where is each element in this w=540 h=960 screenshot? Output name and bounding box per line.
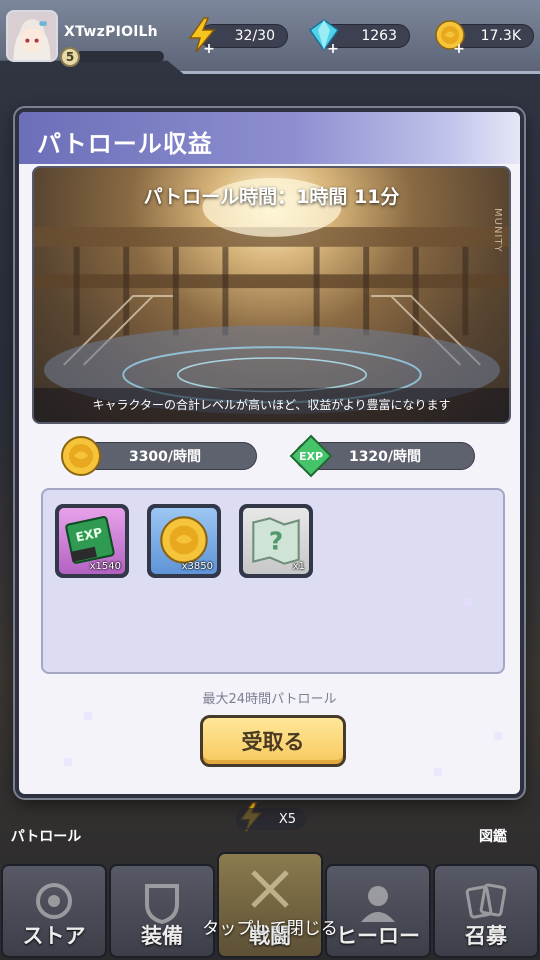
stamina-plus-icon[interactable]: + [202, 42, 216, 56]
reward-box: EXP x1540 x3850 ? x1 [41, 488, 505, 674]
reward-item-gold[interactable]: x3850 [147, 504, 221, 578]
reward-item-mystery-map[interactable]: ? x1 [239, 504, 313, 578]
sparkle [494, 732, 502, 740]
speed-multiplier: X5 [236, 808, 306, 830]
sparkle [464, 598, 472, 606]
nav-summon[interactable]: 召募 [433, 864, 539, 958]
bottom-nav: ストア 装備 戦闘 ヒーロー 召募 [0, 852, 540, 960]
nav-battle[interactable]: 戦闘 [217, 852, 323, 958]
modal-header: パトロール収益 [19, 112, 520, 164]
tap-to-close-hint[interactable]: タップして閉じる [0, 914, 540, 939]
max-patrol-note: 最大24時間パトロール [202, 692, 337, 707]
claim-button[interactable]: 受取る [200, 715, 346, 767]
item-count: x3850 [181, 561, 213, 572]
sparkle [64, 758, 72, 766]
crossed-swords-icon [251, 870, 289, 908]
zukan-side-label[interactable]: 図鑑 [462, 826, 524, 846]
nav-store[interactable]: ストア [1, 864, 107, 958]
banner-sign-text: MUNITY [492, 208, 503, 253]
item-count: x1540 [89, 561, 121, 572]
patrol-banner: パトロール時間：1時間 11分 MUNITY キャラクターの合計レベルが高いほど… [32, 166, 511, 424]
avatar[interactable] [6, 10, 58, 62]
gold-coin-icon [61, 436, 101, 476]
player-level-badge: 5 [60, 47, 80, 67]
svg-text:?: ? [269, 526, 283, 555]
patrol-side-label[interactable]: パトロール [6, 826, 86, 846]
player-exp-bar [76, 51, 164, 62]
player-name: XTwzPIOlLh [64, 24, 158, 40]
sparkle [434, 768, 442, 776]
exp-icon-label: EXP [299, 450, 323, 463]
gold-plus-icon[interactable]: + [452, 42, 466, 56]
nav-hero[interactable]: ヒーロー [325, 864, 431, 958]
sparkle [84, 712, 92, 720]
gem-plus-icon[interactable]: + [326, 42, 340, 56]
reward-item-exp-book[interactable]: EXP x1540 [55, 504, 129, 578]
item-count: x1 [292, 561, 305, 572]
patrol-time: パトロール時間：1時間 11分 [143, 186, 400, 208]
banner-caption: キャラクターの合計レベルが高いほど、収益がより豊富になります [34, 388, 509, 422]
patrol-reward-modal: パトロール収益 パトロール時間：1時間 11分 MUNITY キャラクターの合計… [15, 108, 524, 798]
modal-title: パトロール収益 [37, 130, 213, 158]
exp-gem-icon: EXP [289, 434, 333, 478]
nav-equipment[interactable]: 装備 [109, 864, 215, 958]
